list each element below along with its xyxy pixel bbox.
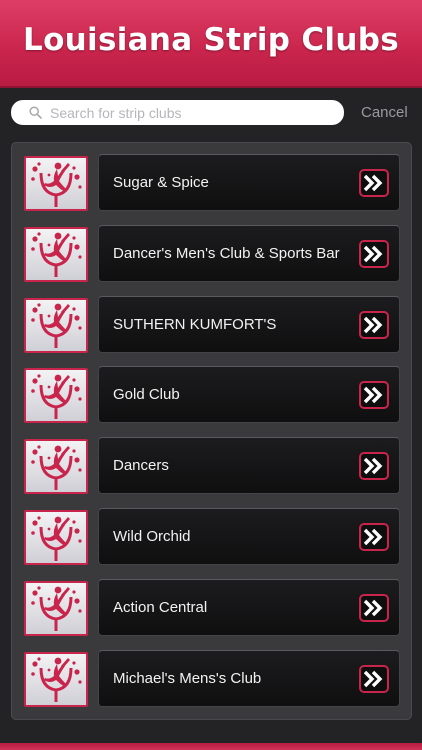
list-item-bar[interactable]: Action Central	[98, 578, 400, 636]
list-item-label: Action Central	[113, 598, 208, 616]
app-header: Louisiana Strip Clubs	[0, 0, 422, 88]
list-item-label: Dancers	[113, 457, 169, 475]
search-bar	[0, 90, 422, 136]
dancer-thumbnail-icon	[24, 297, 88, 353]
list-item-bar[interactable]: Gold Club	[98, 366, 400, 424]
list-item[interactable]: Dancers	[11, 437, 412, 495]
dancer-thumbnail-icon	[24, 156, 88, 211]
club-list: Sugar & Spice Dancer's Men's Club & Spor…	[11, 142, 412, 720]
list-item-label: Dancer's Men's Club & Sports Bar	[113, 244, 340, 262]
search-icon	[24, 100, 46, 125]
dancer-thumbnail-icon	[24, 439, 88, 495]
list-item[interactable]: Gold Club	[11, 366, 412, 424]
bottom-accent-bar	[0, 743, 422, 750]
double-chevron-right-icon[interactable]	[359, 239, 389, 268]
list-item[interactable]: Sugar & Spice	[11, 154, 412, 212]
list-item-bar[interactable]: SUTHERN KUMFORT'S	[98, 295, 400, 353]
search-input[interactable]	[50, 104, 330, 121]
double-chevron-right-icon[interactable]	[359, 169, 389, 197]
list-item-bar[interactable]: Wild Orchid	[98, 508, 400, 565]
dancer-thumbnail-icon	[24, 651, 88, 707]
double-chevron-right-icon[interactable]	[359, 381, 389, 410]
list-item-bar[interactable]: Dancers	[98, 437, 400, 495]
dancer-thumbnail-icon	[24, 226, 88, 282]
list-item-label: Wild Orchid	[113, 528, 191, 545]
search-field[interactable]	[11, 100, 344, 125]
double-chevron-right-icon[interactable]	[359, 523, 389, 551]
double-chevron-right-icon[interactable]	[359, 593, 389, 622]
list-item-label: SUTHERN KUMFORT'S	[113, 315, 277, 333]
dancer-thumbnail-icon	[24, 510, 88, 565]
list-item-bar[interactable]: Sugar & Spice	[98, 154, 400, 211]
list-item-bar[interactable]: Dancer's Men's Club & Sports Bar	[98, 224, 400, 282]
page-title: Louisiana Strip Clubs	[23, 22, 399, 58]
double-chevron-right-icon[interactable]	[359, 452, 389, 481]
list-item-label: Michael's Mens's Club	[113, 669, 262, 687]
cancel-button[interactable]: Cancel	[361, 104, 408, 121]
dancer-thumbnail-icon	[24, 368, 88, 424]
list-item-label: Sugar & Spice	[113, 174, 209, 191]
list-item[interactable]: Wild Orchid	[11, 508, 412, 566]
list-item[interactable]: Dancer's Men's Club & Sports Bar	[11, 224, 412, 283]
list-item[interactable]: Michael's Mens's Club	[11, 649, 412, 708]
double-chevron-right-icon[interactable]	[359, 664, 389, 693]
list-item-label: Gold Club	[113, 386, 180, 404]
list-item[interactable]: SUTHERN KUMFORT'S	[11, 295, 412, 354]
list-item[interactable]: Action Central	[11, 578, 412, 637]
double-chevron-right-icon[interactable]	[359, 310, 389, 339]
list-item-bar[interactable]: Michael's Mens's Club	[98, 649, 400, 707]
dancer-thumbnail-icon	[24, 580, 88, 636]
